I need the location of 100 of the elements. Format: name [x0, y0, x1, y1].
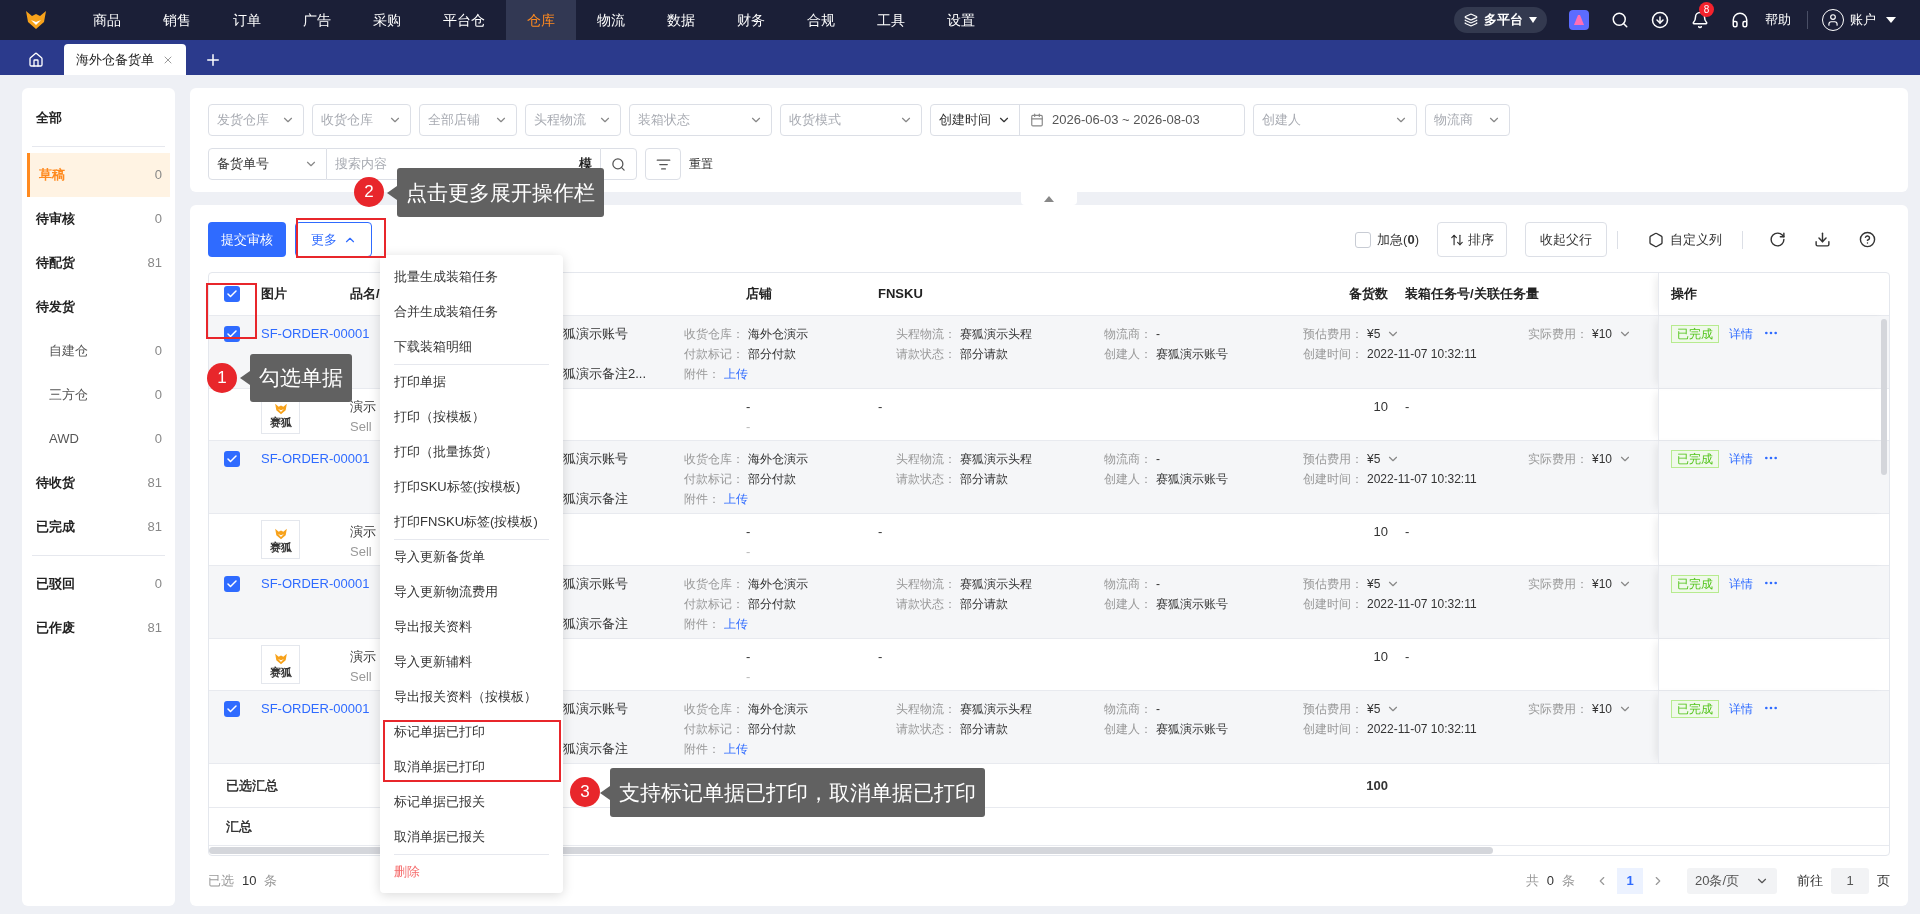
- info-field: 收货仓库： 海外仓演示: [684, 700, 808, 718]
- search-type-select[interactable]: 备货单号: [208, 148, 327, 180]
- upload-link[interactable]: 上传: [724, 740, 748, 758]
- sidebar-item[interactable]: 待审核 0: [27, 197, 170, 241]
- page-button[interactable]: 1: [1617, 868, 1643, 894]
- caret-icon: [1886, 17, 1896, 23]
- nav-item[interactable]: 销售: [142, 0, 212, 40]
- sidebar-item[interactable]: 待发货: [27, 285, 170, 329]
- nav-item[interactable]: 订单: [212, 0, 282, 40]
- info-field: 付款标记： 部分付款: [684, 345, 796, 363]
- info-field: 创建时间： 2022-11-07 10:32:11: [1303, 595, 1477, 613]
- sidebar-item[interactable]: AWD 0: [27, 417, 170, 461]
- nav-item[interactable]: 物流: [576, 0, 646, 40]
- account-menu[interactable]: 账户: [1850, 10, 1876, 30]
- sidebar-item[interactable]: 待收货 81: [27, 461, 170, 505]
- page-tab[interactable]: 海外仓备货单: [64, 44, 186, 75]
- menu-item[interactable]: 打印FNSKU标签(按模板): [394, 511, 538, 532]
- info-field: 请款状态： 部分请款: [896, 345, 1008, 363]
- detail-link[interactable]: 详情: [1729, 700, 1753, 718]
- help-icon[interactable]: [1859, 231, 1876, 248]
- refresh-icon[interactable]: [1769, 231, 1786, 248]
- menu-item[interactable]: 导入更新辅料: [394, 651, 472, 672]
- order-link[interactable]: SF-ORDER-00001: [261, 701, 370, 716]
- nav-item[interactable]: 采购: [352, 0, 422, 40]
- collapse-button[interactable]: 收起父行: [1525, 222, 1607, 257]
- menu-item[interactable]: 批量生成装箱任务: [394, 266, 498, 287]
- upload-link[interactable]: 上传: [724, 490, 748, 508]
- info-field: 物流商： -: [1104, 575, 1160, 593]
- help-link[interactable]: 帮助: [1765, 10, 1791, 30]
- download-icon[interactable]: [1651, 11, 1669, 29]
- nav-item[interactable]: 仓库: [506, 0, 576, 40]
- page-size-select[interactable]: 20条/页: [1687, 868, 1777, 894]
- checkbox[interactable]: [1355, 231, 1372, 248]
- order-link[interactable]: SF-ORDER-00001: [261, 326, 370, 341]
- menu-item[interactable]: 取消单据已打印: [394, 756, 485, 777]
- field-label: 附件：: [684, 616, 720, 633]
- menu-item[interactable]: 导出报关资料: [394, 616, 472, 637]
- sidebar-item[interactable]: 待配货 81: [27, 241, 170, 285]
- nav-item[interactable]: 合规: [786, 0, 856, 40]
- sidebar-item[interactable]: 自建仓 0: [27, 329, 170, 373]
- filter-button[interactable]: [645, 148, 681, 180]
- date-range-field[interactable]: 创建时间 2026-06-03 ~ 2026-08-03: [930, 104, 1245, 136]
- detail-link[interactable]: 详情: [1729, 575, 1753, 593]
- notification-badge: 8: [1699, 2, 1714, 17]
- sidebar-item[interactable]: 全部: [27, 96, 170, 140]
- detail-link[interactable]: 详情: [1729, 450, 1753, 468]
- download-icon[interactable]: [1814, 231, 1831, 248]
- info-field: 头程物流： 赛狐演示头程: [896, 575, 1032, 593]
- sidebar-item[interactable]: 已作废 81: [27, 606, 170, 650]
- menu-item[interactable]: 取消单据已报关: [394, 826, 485, 847]
- menu-item[interactable]: 打印（按模板）: [394, 406, 485, 427]
- upload-link[interactable]: 上传: [724, 365, 748, 383]
- reset-button[interactable]: 重置: [689, 155, 713, 173]
- menu-item[interactable]: 标记单据已打印: [394, 721, 485, 742]
- checkbox[interactable]: [224, 576, 240, 592]
- checkbox[interactable]: [224, 701, 240, 717]
- nav-item[interactable]: 平台仓: [422, 0, 506, 40]
- sort-icon: [1450, 232, 1464, 247]
- check-icon: [226, 578, 238, 590]
- order-link[interactable]: SF-ORDER-00001: [261, 576, 370, 591]
- nav-item[interactable]: 财务: [716, 0, 786, 40]
- menu-item[interactable]: 下载装箱明细: [394, 336, 472, 357]
- ai-icon[interactable]: [1569, 10, 1589, 30]
- nav-item[interactable]: 数据: [646, 0, 716, 40]
- order-link[interactable]: SF-ORDER-00001: [261, 451, 370, 466]
- search-icon[interactable]: [1611, 11, 1629, 29]
- headset-icon[interactable]: [1731, 11, 1749, 29]
- nav-item[interactable]: 广告: [282, 0, 352, 40]
- detail-link[interactable]: 详情: [1729, 325, 1753, 343]
- menu-item[interactable]: 导入更新物流费用: [394, 581, 498, 602]
- submit-button[interactable]: 提交审核: [208, 222, 286, 257]
- sidebar-item[interactable]: 已完成 81: [27, 505, 170, 549]
- page-input[interactable]: 1: [1831, 868, 1869, 894]
- nav-item[interactable]: 工具: [856, 0, 926, 40]
- pointer-icon: [387, 185, 397, 200]
- menu-item[interactable]: 标记单据已报关: [394, 791, 485, 812]
- account-text: 狐演示账号: [563, 450, 629, 468]
- nav-item[interactable]: 商品: [72, 0, 142, 40]
- hexagon-icon: [1648, 231, 1664, 248]
- menu-item[interactable]: 打印（批量拣货）: [394, 441, 498, 462]
- checkbox[interactable]: [224, 286, 240, 302]
- selected-label: 条: [264, 872, 278, 891]
- field-label: 附件：: [684, 491, 720, 508]
- checkbox[interactable]: [224, 451, 240, 467]
- menu-item[interactable]: 导出报关资料（按模板）: [394, 686, 537, 707]
- vertical-scrollbar[interactable]: [1881, 319, 1887, 475]
- menu-item[interactable]: 合并生成装箱任务: [394, 301, 498, 322]
- menu-item[interactable]: 导入更新备货单: [394, 547, 485, 567]
- nav-item[interactable]: 设置: [926, 0, 996, 40]
- sort-button[interactable]: 排序: [1437, 222, 1507, 257]
- caret-icon: [1529, 17, 1537, 23]
- upload-link[interactable]: 上传: [724, 615, 748, 633]
- platform-select[interactable]: 多平台: [1454, 7, 1547, 33]
- menu-item[interactable]: 打印SKU标签(按模板): [394, 476, 521, 497]
- bell-icon[interactable]: [1691, 11, 1709, 29]
- sidebar-item[interactable]: 已驳回 0: [27, 562, 170, 606]
- menu-item[interactable]: 打印单据: [394, 372, 446, 392]
- sidebar-item[interactable]: 三方仓 0: [27, 373, 170, 417]
- custom-columns-button[interactable]: 自定义列: [1648, 229, 1722, 250]
- fnsku-text: -: [878, 524, 883, 539]
